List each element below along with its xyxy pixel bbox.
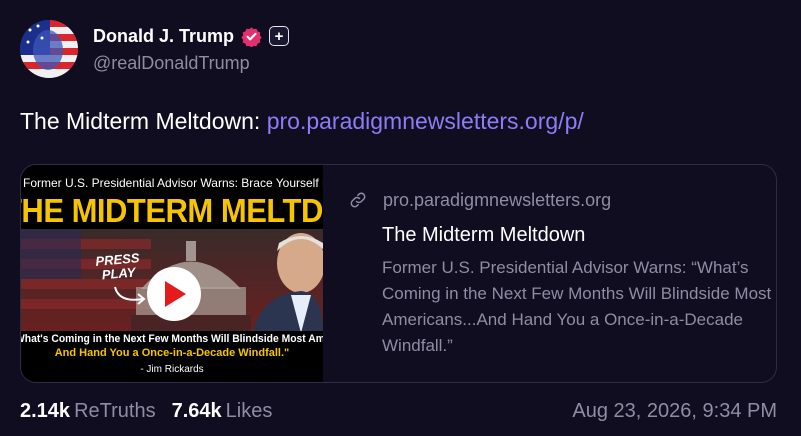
retruths-stat[interactable]: 2.14k ReTruths [20,400,156,423]
play-icon [165,281,186,307]
link-card-domain: pro.paradigmnewsletters.org [383,189,612,210]
post-timestamp[interactable]: Aug 23, 2026, 9:34 PM [572,400,777,423]
post-link[interactable]: pro.paradigmnewsletters.org/p/ [267,108,584,134]
thumbnail-caption-line2: And Hand You a Once-in-a-Decade Windfall… [54,347,290,359]
avatar[interactable] [20,20,78,78]
link-card-description: Former U.S. Presidential Advisor Warns: … [382,258,772,355]
verified-badge-icon [241,26,262,47]
plus-icon: + [269,26,290,46]
link-icon [350,192,366,208]
link-card-body[interactable]: pro.paradigmnewsletters.org The Midterm … [323,165,776,382]
play-button[interactable] [147,267,201,321]
link-card-thumbnail[interactable]: Former U.S. Presidential Advisor Warns: … [21,165,323,382]
likes-label: Likes [225,400,273,422]
thumbnail-headline-bar: THE MIDTERM MELTDOWN [21,191,323,229]
likes-count: 7.64k [171,400,222,422]
thumbnail-caption: What's Coming in the Next Few Months Wil… [21,331,323,382]
press-play-label: PRESS PLAY [95,250,141,283]
author-display-name[interactable]: Donald J. Trump [93,26,234,47]
retruths-label: ReTruths [74,400,156,422]
post-footer: 2.14k ReTruths 7.64k Likes Aug 23, 2026, 9… [20,400,777,423]
post-text: The Midterm Meltdown: pro.paradigmnewsle… [20,108,584,135]
retruths-count: 2.14k [20,400,71,422]
thumbnail-attribution: - Jim Rickards [140,364,204,375]
avatar-image [20,20,78,78]
post-text-body: The Midterm Meltdown: [20,108,267,134]
author-handle[interactable]: @realDonaldTrump [93,53,289,74]
curved-arrow-icon [114,286,146,305]
thumbnail-top-line: Former U.S. Presidential Advisor Warns: … [21,165,323,191]
link-preview-card[interactable]: Former U.S. Presidential Advisor Warns: … [20,164,777,383]
post-header: Donald J. Trump + @realDonaldTrump [20,20,290,78]
link-card-title[interactable]: The Midterm Meltdown [382,224,776,247]
thumbnail-caption-line1: What's Coming in the Next Few Months Wil… [21,333,323,345]
thumbnail-headline: THE MIDTERM MELTDOWN [21,191,323,229]
likes-stat[interactable]: 7.64k Likes [172,400,273,423]
